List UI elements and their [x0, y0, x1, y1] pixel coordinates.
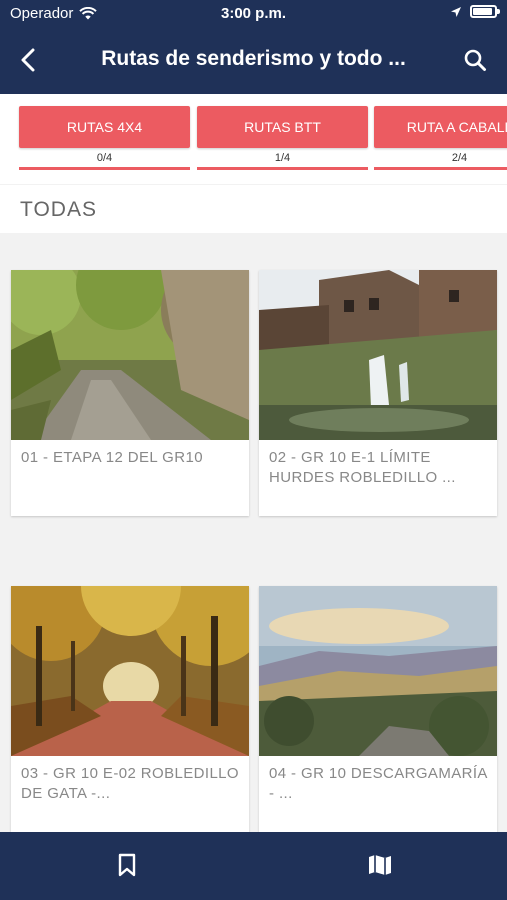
route-card[interactable]: 01 - ETAPA 12 DEL GR10: [11, 270, 249, 516]
category-underline: [19, 167, 190, 170]
category-count: 0/4: [96, 152, 113, 164]
route-card[interactable]: 04 - GR 10 DESCARGAMARÍA - ...: [259, 586, 497, 832]
category-underline: [374, 167, 507, 170]
search-button[interactable]: [457, 42, 493, 78]
route-title: 01 - ETAPA 12 DEL GR10: [21, 449, 203, 466]
header: Operador 3:00 p.m. Rutas de senderismo y…: [0, 0, 507, 94]
bookmark-icon: [118, 853, 136, 877]
search-icon: [464, 49, 486, 71]
category-underline: [197, 167, 368, 170]
category-ruta-a-caballo[interactable]: RUTA A CABALL 2/4: [374, 106, 507, 170]
category-rutas-4x4[interactable]: RUTAS 4X4 0/4: [19, 106, 190, 170]
category-count: 2/4: [451, 152, 468, 164]
section-title: TODAS: [20, 198, 97, 221]
location-arrow-icon: [451, 6, 461, 17]
map-icon: [369, 855, 391, 875]
tab-bookmarks[interactable]: [112, 850, 142, 880]
category-count: 1/4: [274, 152, 291, 164]
tab-bar: [0, 832, 507, 900]
route-card[interactable]: 03 - GR 10 E-02 ROBLEDILLO DE GATA -...: [11, 586, 249, 832]
route-title: 04 - GR 10 DESCARGAMARÍA - ...: [269, 765, 487, 802]
status-bar: Operador 3:00 p.m.: [0, 0, 507, 28]
category-button[interactable]: RUTAS BTT: [197, 106, 368, 148]
category-rutas-btt[interactable]: RUTAS BTT 1/4: [197, 106, 368, 170]
chevron-left-icon: [21, 48, 35, 72]
page-title: Rutas de senderismo y todo ...: [101, 47, 406, 70]
route-title: 02 - GR 10 E-1 LÍMITE HURDES ROBLEDILLO …: [269, 449, 456, 486]
back-button[interactable]: [10, 42, 46, 78]
category-button[interactable]: RUTAS 4X4: [19, 106, 190, 148]
route-image-forest-path: [11, 270, 249, 440]
navigation-bar: Rutas de senderismo y todo ...: [0, 28, 507, 94]
route-card[interactable]: 02 - GR 10 E-1 LÍMITE HURDES ROBLEDILLO …: [259, 270, 497, 516]
battery-icon: [470, 5, 500, 18]
route-grid: 01 - ETAPA 12 DEL GR10 02 - GR 10 E-1 LÍ…: [0, 233, 507, 832]
route-image-mountain-valley: [259, 586, 497, 756]
route-image-autumn-road: [11, 586, 249, 756]
route-image-village-waterfall: [259, 270, 497, 440]
route-title: 03 - GR 10 E-02 ROBLEDILLO DE GATA -...: [21, 765, 239, 802]
category-filter-bar: RUTAS 4X4 0/4 RUTAS BTT 1/4 RUTA A CABAL…: [0, 94, 507, 184]
category-button[interactable]: RUTA A CABALL: [374, 106, 507, 148]
clock: 3:00 p.m.: [220, 5, 287, 22]
section-header: TODAS: [0, 185, 507, 233]
tab-map[interactable]: [365, 850, 395, 880]
